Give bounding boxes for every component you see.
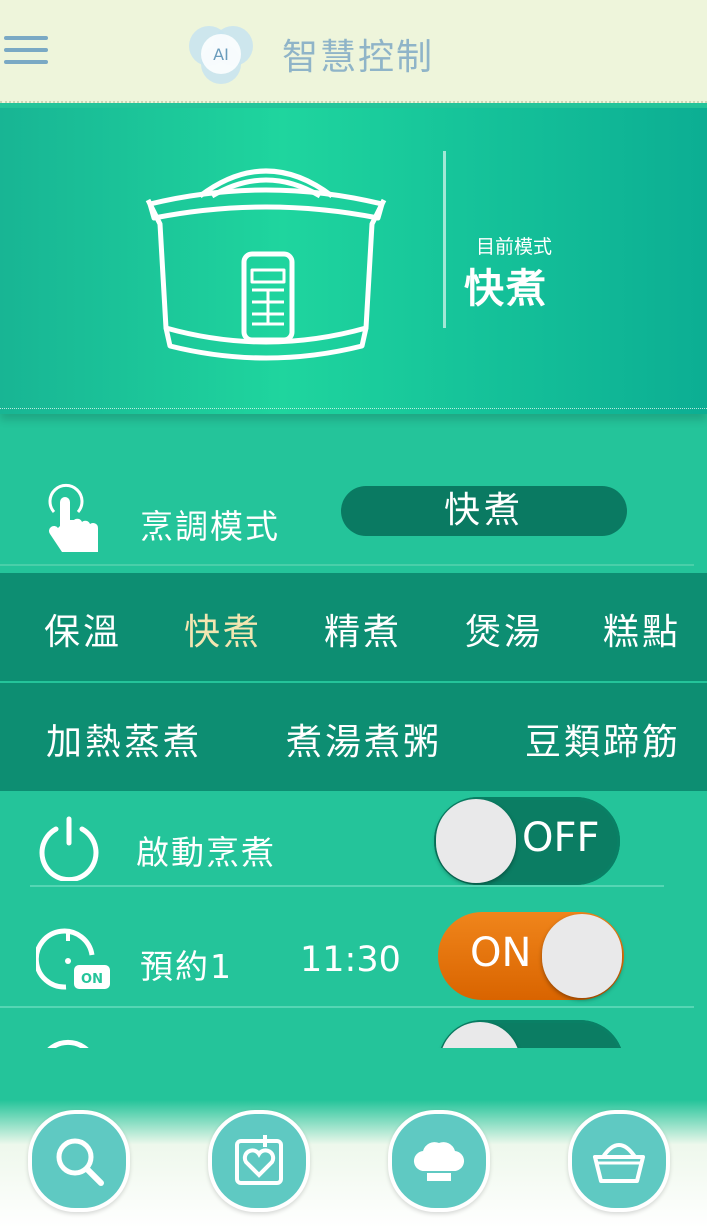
mode-option-quick-cook[interactable]: 快煮 xyxy=(184,603,262,655)
favorites-button[interactable] xyxy=(208,1110,310,1212)
start-cooking-label: 啟動烹煮 xyxy=(136,833,276,872)
tap-hand-icon xyxy=(48,483,98,552)
current-mode-value: 快煮 xyxy=(464,266,548,312)
toggle-knob xyxy=(436,799,516,883)
row-divider xyxy=(0,1006,694,1008)
row-divider xyxy=(0,564,694,566)
toggle-knob xyxy=(542,914,622,998)
mode-option-pastry[interactable]: 糕點 xyxy=(603,603,681,655)
app-header: AI 智慧控制 xyxy=(0,0,707,103)
power-icon xyxy=(39,816,99,881)
hero-divider-dots xyxy=(0,408,707,409)
reservation-clock-icon: ON xyxy=(36,928,110,990)
menu-icon[interactable] xyxy=(4,36,48,70)
toggle-knob xyxy=(440,1022,520,1048)
mode-option-soup[interactable]: 煲湯 xyxy=(465,603,543,655)
toggle-state-text: OFF xyxy=(522,815,600,861)
basket-button[interactable] xyxy=(568,1110,670,1212)
mode-option-steam[interactable]: 加熱蒸煮 xyxy=(46,713,202,765)
rice-cooker-icon xyxy=(145,168,387,361)
reservation-clock-icon xyxy=(47,1039,89,1048)
hero-panel: 目前模式 快煮 xyxy=(0,108,707,414)
chef-hat-icon xyxy=(413,1142,465,1181)
search-icon xyxy=(56,1138,104,1186)
reservation-2-toggle[interactable] xyxy=(438,1020,624,1048)
hero-divider xyxy=(443,151,446,328)
cooking-mode-row: 烹調模式 快煮 xyxy=(0,470,707,566)
row-divider xyxy=(30,885,664,887)
mode-options-row-1: 保溫 快煮 精煮 煲湯 糕點 xyxy=(0,573,707,681)
svg-text:AI: AI xyxy=(213,45,229,64)
reservation-1-time[interactable]: 11:30 xyxy=(300,940,401,980)
reservation-2-row-partial xyxy=(0,1010,707,1048)
ai-logo-icon: AI xyxy=(189,26,253,84)
mode-option-keep-warm[interactable]: 保溫 xyxy=(44,603,122,655)
search-button[interactable] xyxy=(28,1110,130,1212)
mode-option-fine-cook[interactable]: 精煮 xyxy=(324,603,402,655)
mode-option-porridge[interactable]: 煮湯煮粥 xyxy=(286,713,442,765)
toggle-state-text: ON xyxy=(470,930,532,976)
reservation-1-label: 預約1 xyxy=(140,947,233,986)
mode-option-beans[interactable]: 豆類蹄筋 xyxy=(525,713,681,765)
svg-text:ON: ON xyxy=(81,972,103,987)
current-mode-label: 目前模式 xyxy=(476,236,553,258)
start-cooking-toggle[interactable]: OFF xyxy=(434,797,620,885)
cooking-mode-selector[interactable]: 快煮 xyxy=(341,486,627,536)
basket-icon xyxy=(593,1143,645,1183)
recipes-button[interactable] xyxy=(388,1110,490,1212)
mode-options-row-2: 加熱蒸煮 煮湯煮粥 豆類蹄筋 xyxy=(0,683,707,791)
cooking-mode-label: 烹調模式 xyxy=(140,507,280,546)
heart-card-icon xyxy=(235,1135,283,1185)
reservation-1-toggle[interactable]: ON xyxy=(438,912,624,1000)
page-title: 智慧控制 xyxy=(282,37,435,78)
